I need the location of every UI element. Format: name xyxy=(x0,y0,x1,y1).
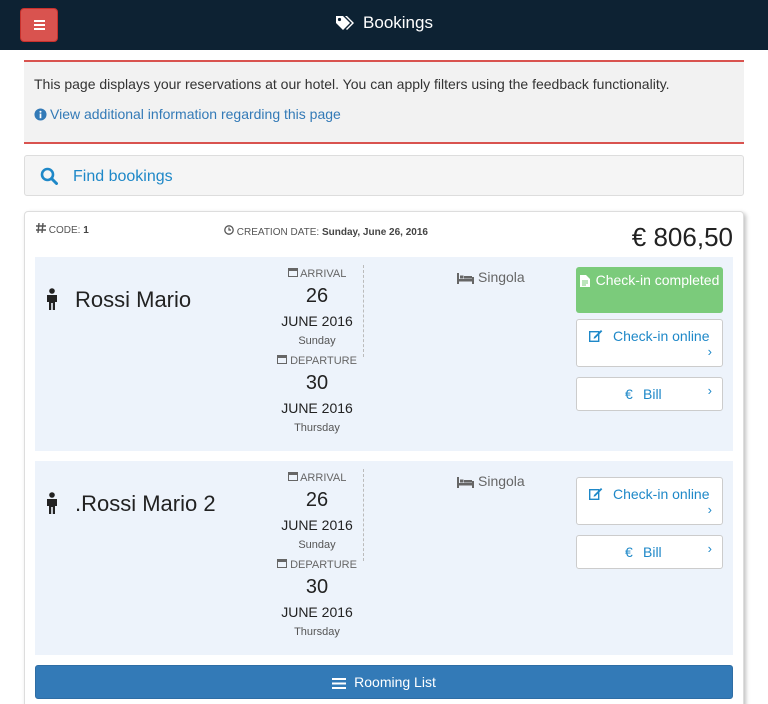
calendar-icon xyxy=(287,268,298,277)
rooming-list-button[interactable]: Rooming List xyxy=(35,665,733,699)
creation-date: CREATION DATE: Sunday, June 26, 2016 xyxy=(224,223,434,243)
departure-month: JUNE 2016 xyxy=(281,604,353,620)
chevron-right-icon: › xyxy=(707,502,712,517)
departure-label: DEPARTURE xyxy=(267,558,367,573)
guest-row: .Rossi Mario 2 ARRIVAL 26 JUNE 2016 Sund… xyxy=(35,461,733,655)
edit-icon xyxy=(589,330,603,342)
code-label: CODE: xyxy=(48,225,81,236)
creation-value: Sunday, June 26, 2016 xyxy=(321,227,428,238)
arrival-label: ARRIVAL xyxy=(267,471,367,486)
info-circle-icon xyxy=(34,108,47,121)
departure-day: 30 xyxy=(305,372,329,394)
arrival-weekday: Sunday xyxy=(298,335,336,347)
departure-month: JUNE 2016 xyxy=(281,400,353,416)
calendar-icon xyxy=(277,355,288,364)
stay-dates: ARRIVAL 26 JUNE 2016 Sunday DEPARTURE 30… xyxy=(267,471,367,645)
arrival-month: JUNE 2016 xyxy=(281,313,353,329)
creation-label: CREATION DATE: xyxy=(236,227,320,238)
search-icon xyxy=(40,167,58,185)
euro-icon: € xyxy=(625,386,633,402)
guest-name: .Rossi Mario 2 xyxy=(75,491,216,516)
page-title-text: Bookings xyxy=(363,13,433,32)
calendar-icon xyxy=(277,559,288,568)
bed-icon xyxy=(457,477,474,488)
guest-name: Rossi Mario xyxy=(75,287,192,312)
booking-price: € 806,50 xyxy=(631,222,733,252)
booking-card: CODE: 1 CREATION DATE: Sunday, June 26, … xyxy=(24,211,744,704)
chevron-right-icon: › xyxy=(707,383,712,398)
top-navbar: Bookings xyxy=(0,0,768,50)
info-text: This page displays your reservations at … xyxy=(34,76,670,92)
booking-code: CODE: 1 xyxy=(36,222,89,236)
code-value: 1 xyxy=(83,225,89,236)
date-divider xyxy=(363,469,364,561)
euro-icon: € xyxy=(625,544,633,560)
info-link-label: View additional information regarding th… xyxy=(50,106,341,122)
rooming-list-label: Rooming List xyxy=(354,674,436,690)
arrival-weekday: Sunday xyxy=(298,539,336,551)
room-type: Singola xyxy=(457,269,525,285)
stay-dates: ARRIVAL 26 JUNE 2016 Sunday DEPARTURE 30… xyxy=(267,267,367,441)
checkin-online-button[interactable]: Check-in online › xyxy=(576,477,723,525)
checkin-completed-badge: Check-in completed xyxy=(576,267,723,313)
arrival-month: JUNE 2016 xyxy=(281,517,353,533)
bill-button[interactable]: € Bill › xyxy=(576,377,723,411)
room-type: Singola xyxy=(457,473,525,489)
person-icon xyxy=(47,288,57,310)
person-icon xyxy=(47,492,57,514)
departure-label: DEPARTURE xyxy=(267,354,367,369)
departure-weekday: Thursday xyxy=(294,626,340,638)
find-bookings-panel[interactable]: Find bookings xyxy=(24,155,744,196)
info-link[interactable]: View additional information regarding th… xyxy=(34,106,341,122)
chevron-right-icon: › xyxy=(707,344,712,359)
bill-label: Bill xyxy=(643,544,662,560)
hashtag-icon xyxy=(36,222,46,234)
page-title: Bookings xyxy=(0,13,768,33)
arrival-label: ARRIVAL xyxy=(267,267,367,282)
calendar-icon xyxy=(287,472,298,481)
bill-button[interactable]: € Bill › xyxy=(576,535,723,569)
list-icon xyxy=(332,678,347,689)
find-bookings-label: Find bookings xyxy=(73,168,173,185)
date-divider xyxy=(363,265,364,357)
departure-day: 30 xyxy=(305,576,329,598)
departure-weekday: Thursday xyxy=(294,422,340,434)
clock-icon xyxy=(224,225,234,235)
checkin-online-label: Check-in online xyxy=(613,486,710,502)
bill-label: Bill xyxy=(643,386,662,402)
chevron-right-icon: › xyxy=(707,541,712,556)
arrival-day: 26 xyxy=(305,285,329,307)
info-panel: This page displays your reservations at … xyxy=(24,60,744,144)
tags-icon xyxy=(336,16,355,30)
document-icon xyxy=(579,275,590,287)
checkin-online-button[interactable]: Check-in online › xyxy=(576,319,723,367)
bed-icon xyxy=(457,273,474,284)
edit-icon xyxy=(589,488,603,500)
checkin-online-label: Check-in online xyxy=(613,328,710,344)
arrival-day: 26 xyxy=(305,489,329,511)
guest-row: Rossi Mario ARRIVAL 26 JUNE 2016 Sunday … xyxy=(35,257,733,451)
